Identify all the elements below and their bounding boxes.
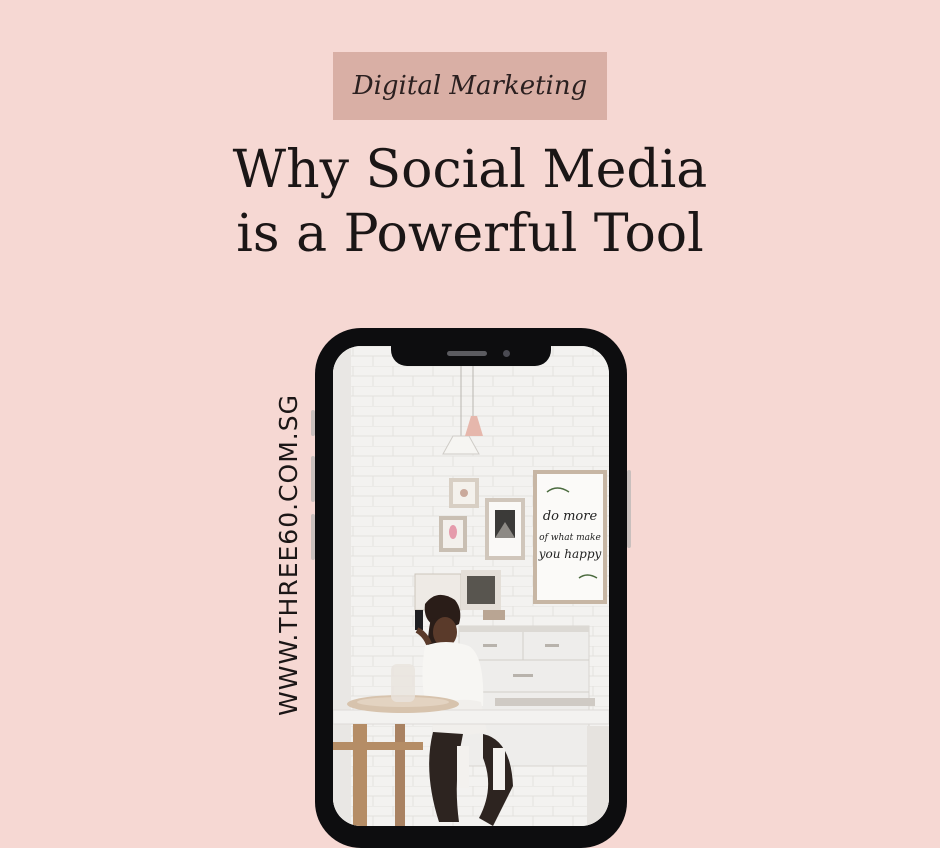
headline-line-2: is a Powerful Tool	[236, 204, 704, 264]
category-tag: Digital Marketing	[333, 52, 607, 120]
framed-photo-plant	[485, 498, 525, 560]
front-camera-icon	[503, 350, 510, 357]
headline-line-1: Why Social Media	[232, 140, 708, 200]
poster-script-line-2: of what make	[539, 533, 601, 543]
small-frame-top	[449, 478, 479, 508]
headline: Why Social Media is a Powerful Tool	[0, 138, 940, 266]
quote-poster: do more of what make you happy	[533, 470, 607, 604]
category-tag-label: Digital Marketing	[352, 71, 588, 101]
phone-volume-up-button	[311, 456, 315, 502]
website-url: WWW.THREE60.COM.SG	[274, 394, 303, 716]
phone-mockup: do more of what make you happy	[311, 328, 631, 848]
phone-screen: do more of what make you happy	[333, 346, 609, 826]
poster-script-line-1: do more	[543, 509, 598, 524]
poster-script-line-3: you happy	[538, 547, 602, 561]
phone-notch	[391, 346, 551, 366]
office-photo: do more of what make you happy	[333, 346, 609, 826]
phone-power-button	[627, 470, 631, 548]
framed-photo-flamingo	[439, 516, 467, 552]
speaker-grille-icon	[447, 351, 487, 356]
phone-side-button	[311, 410, 315, 436]
phone-volume-down-button	[311, 514, 315, 560]
